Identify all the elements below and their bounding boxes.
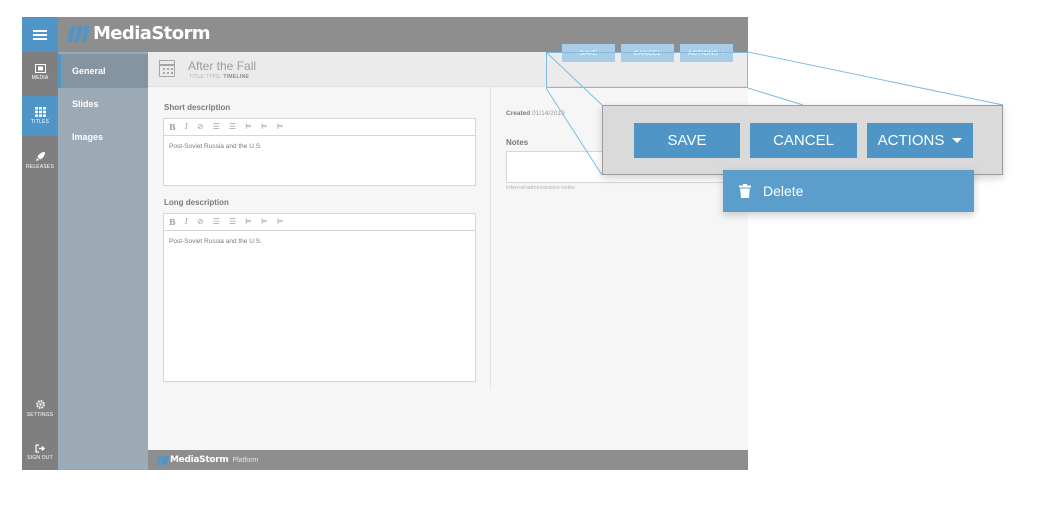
dropdown-item-delete[interactable]: Delete (739, 183, 803, 199)
actions-dropdown-menu: Delete (723, 170, 974, 212)
dropdown-item-label: Delete (763, 183, 804, 199)
zoomed-actions-label: ACTIONS (877, 132, 945, 149)
caret-down-icon (952, 138, 963, 143)
zoomed-actions-button[interactable]: ACTIONS (867, 123, 973, 158)
zoomed-save-button[interactable]: SAVE (634, 123, 740, 158)
trash-icon (739, 184, 751, 198)
zoom-connector-lines (545, 51, 1004, 176)
zoomed-cancel-button[interactable]: CANCEL (750, 123, 857, 158)
